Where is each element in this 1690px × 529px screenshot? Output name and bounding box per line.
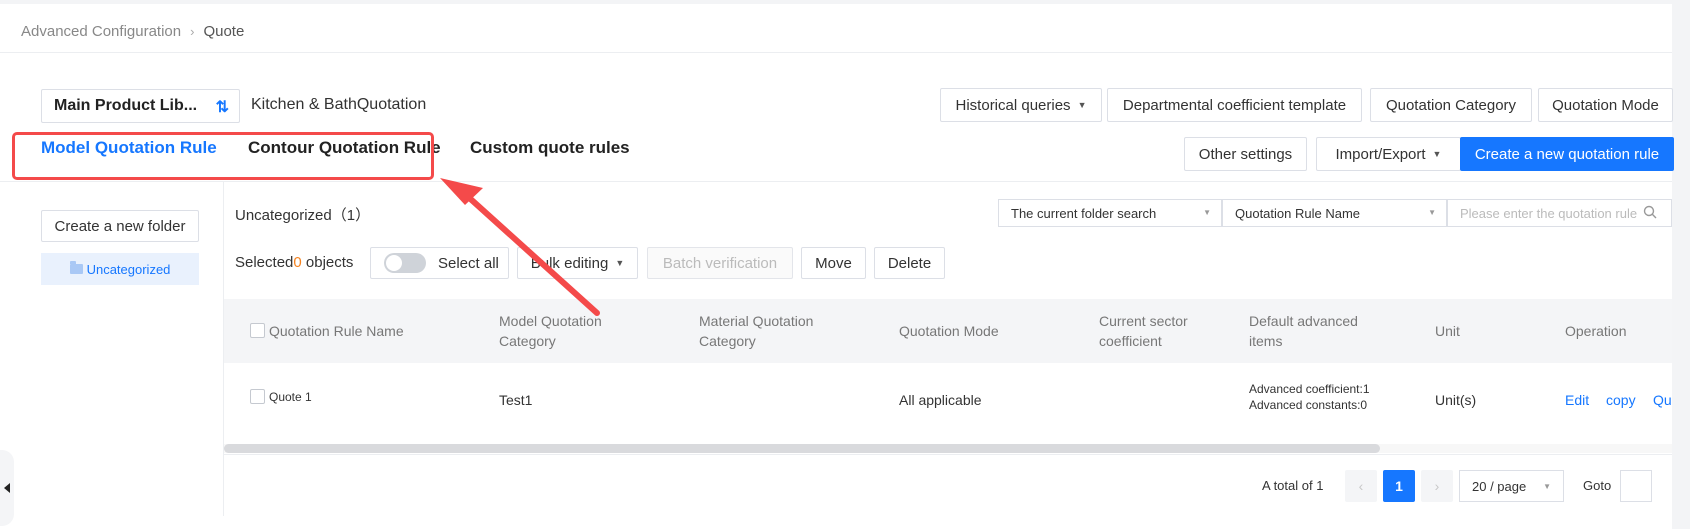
create-quotation-rule-label: Create a new quotation rule — [1474, 145, 1660, 163]
search-scope-select[interactable]: The current folder search ▼ — [998, 199, 1222, 227]
caret-down-icon: ▼ — [615, 258, 625, 268]
caret-down-icon: ▼ — [1432, 149, 1442, 159]
quotation-mode-label: Quotation Mode — [1552, 96, 1659, 114]
goto-label: Goto — [1583, 478, 1612, 493]
quotation-category-button[interactable]: Quotation Category — [1370, 88, 1532, 122]
chevron-right-icon: › — [190, 23, 195, 39]
toggle-switch[interactable] — [384, 253, 426, 273]
departmental-template-label: Departmental coefficient template — [1122, 96, 1347, 114]
edit-link[interactable]: Edit — [1565, 392, 1589, 408]
goto-page-input[interactable] — [1620, 470, 1652, 502]
breadcrumb-parent[interactable]: Advanced Configuration — [21, 23, 181, 40]
column-header-unit[interactable]: Unit — [1435, 321, 1460, 341]
search-field-select[interactable]: Quotation Rule Name ▼ — [1222, 199, 1447, 227]
page: Advanced Configuration › Quote Main Prod… — [0, 4, 1674, 529]
select-all-checkbox[interactable] — [250, 323, 265, 338]
sidebar-item-uncategorized[interactable]: Uncategorized — [41, 253, 199, 285]
swap-icon[interactable]: ⇅ — [216, 97, 229, 117]
library-select-value: Main Product Lib... — [54, 97, 198, 114]
search-scope-value: The current folder search — [1011, 205, 1157, 221]
selected-suffix: objects — [305, 254, 354, 271]
delete-label: Delete — [887, 254, 932, 272]
import-export-dropdown[interactable]: Import/Export ▼ — [1316, 137, 1461, 171]
column-header-sector-coefficient[interactable]: Current sector coefficient — [1099, 311, 1219, 351]
copy-link[interactable]: copy — [1606, 392, 1636, 408]
import-export-label: Import/Export — [1335, 145, 1426, 163]
other-settings-button[interactable]: Other settings — [1184, 137, 1307, 171]
cell-model-category: Test1 — [499, 392, 533, 408]
cell-advanced-coefficient: Advanced coefficient:1 — [1249, 382, 1370, 396]
page-1-button[interactable]: 1 — [1383, 470, 1415, 502]
collapse-sidebar-handle[interactable] — [0, 450, 14, 526]
column-header-rule-name[interactable]: Quotation Rule Name — [269, 321, 404, 341]
divider — [0, 181, 1672, 182]
batch-verification-button[interactable]: Batch verification — [647, 247, 793, 279]
create-new-folder-button[interactable]: Create a new folder — [41, 210, 199, 242]
move-button[interactable]: Move — [801, 247, 866, 279]
page-size-select[interactable]: 20 / page ▼ — [1459, 470, 1564, 502]
other-settings-label: Other settings — [1198, 145, 1293, 163]
prev-page-button[interactable]: ‹ — [1345, 470, 1377, 502]
divider — [0, 52, 1672, 53]
create-quotation-rule-button[interactable]: Create a new quotation rule — [1460, 137, 1674, 171]
pagination-total: A total of 1 — [1262, 478, 1324, 493]
select-all-toggle[interactable]: Select all — [370, 247, 509, 279]
delete-button[interactable]: Delete — [874, 247, 945, 279]
selected-count-text: Selected0 objects — [235, 254, 353, 271]
page-size-value: 20 / page — [1472, 478, 1527, 494]
annotation-highlight-box — [12, 132, 434, 180]
folder-title: Uncategorized（1） — [235, 207, 371, 224]
cell-rule-name: Quote 1 — [269, 390, 312, 404]
divider — [224, 454, 1672, 455]
selected-count: 0 — [293, 254, 302, 271]
cell-quotation-mode: All applicable — [899, 392, 982, 408]
column-header-advanced-items[interactable]: Default advanced items — [1249, 311, 1379, 351]
library-subtitle: Kitchen & BathQuotation — [251, 96, 427, 113]
more-operation-link[interactable]: Qu — [1653, 392, 1672, 408]
caret-down-icon: ▼ — [1428, 208, 1436, 217]
quotation-category-label: Quotation Category — [1385, 96, 1517, 114]
search-input[interactable]: Please enter the quotation rule — [1447, 199, 1672, 227]
horizontal-scrollbar-thumb[interactable] — [224, 444, 1380, 453]
search-field-value: Quotation Rule Name — [1235, 205, 1361, 221]
sidebar-item-label: Uncategorized — [86, 261, 171, 277]
library-select[interactable]: Main Product Lib... ⇅ — [41, 89, 240, 123]
quotation-mode-button[interactable]: Quotation Mode — [1538, 88, 1673, 122]
caret-down-icon: ▼ — [1543, 482, 1551, 491]
breadcrumb-current: Quote — [203, 22, 245, 40]
row-checkbox[interactable] — [250, 389, 265, 404]
tab-custom-quote-rules[interactable]: Custom quote rules — [470, 132, 630, 164]
column-header-model-category[interactable]: Model Quotation Category — [499, 311, 649, 351]
search-icon[interactable] — [1643, 205, 1657, 222]
search-placeholder: Please enter the quotation rule — [1460, 205, 1638, 221]
selected-prefix: Selected — [235, 254, 294, 271]
next-page-button[interactable]: › — [1421, 470, 1453, 502]
caret-left-icon — [4, 483, 10, 493]
select-all-label: Select all — [438, 254, 499, 272]
move-label: Move — [815, 254, 852, 272]
column-header-material-category[interactable]: Material Quotation Category — [699, 311, 849, 351]
historical-queries-dropdown[interactable]: Historical queries ▼ — [940, 88, 1102, 122]
batch-verification-label: Batch verification — [662, 254, 778, 272]
column-header-operation: Operation — [1565, 323, 1627, 339]
breadcrumb: Advanced Configuration › Quote — [21, 20, 244, 42]
bulk-editing-label: Bulk editing — [530, 254, 609, 272]
departmental-template-button[interactable]: Departmental coefficient template — [1107, 88, 1362, 122]
caret-down-icon: ▼ — [1203, 208, 1211, 217]
historical-queries-label: Historical queries — [955, 96, 1071, 114]
bulk-editing-dropdown[interactable]: Bulk editing ▼ — [517, 247, 638, 279]
column-header-quotation-mode[interactable]: Quotation Mode — [899, 321, 999, 341]
caret-down-icon: ▼ — [1077, 100, 1087, 110]
cell-advanced-constants: Advanced constants:0 — [1249, 398, 1368, 412]
cell-unit: Unit(s) — [1435, 392, 1477, 408]
folder-icon — [69, 261, 83, 274]
